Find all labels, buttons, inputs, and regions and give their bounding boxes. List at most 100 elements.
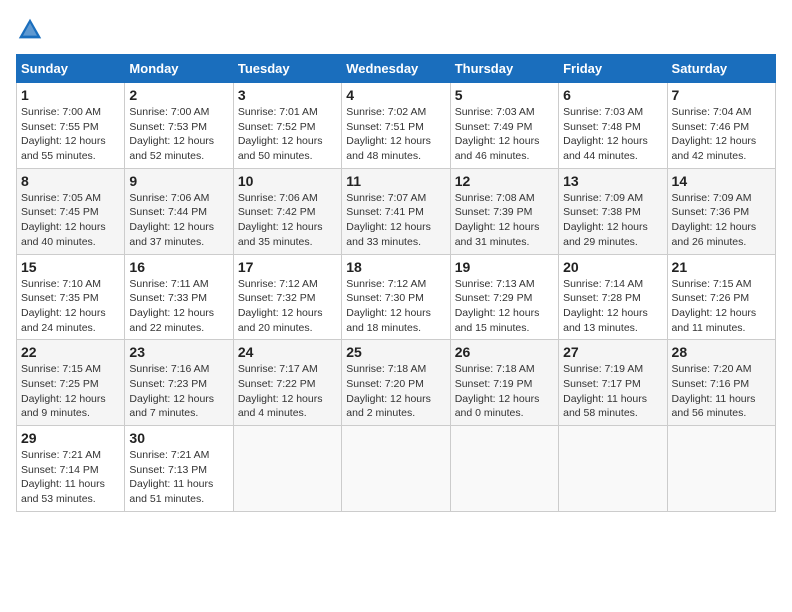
day-number: 30 <box>129 430 228 446</box>
calendar-week-row: 29 Sunrise: 7:21 AM Sunset: 7:14 PM Dayli… <box>17 426 776 512</box>
day-detail: Sunrise: 7:18 AM Sunset: 7:19 PM Dayligh… <box>455 362 554 421</box>
day-detail: Sunrise: 7:00 AM Sunset: 7:53 PM Dayligh… <box>129 105 228 164</box>
calendar-day-cell: 1 Sunrise: 7:00 AM Sunset: 7:55 PM Daylig… <box>17 83 125 169</box>
day-number: 8 <box>21 173 120 189</box>
calendar-day-cell: 6 Sunrise: 7:03 AM Sunset: 7:48 PM Daylig… <box>559 83 667 169</box>
day-detail: Sunrise: 7:15 AM Sunset: 7:26 PM Dayligh… <box>672 277 771 336</box>
day-detail: Sunrise: 7:10 AM Sunset: 7:35 PM Dayligh… <box>21 277 120 336</box>
day-detail: Sunrise: 7:21 AM Sunset: 7:14 PM Dayligh… <box>21 448 120 507</box>
day-number: 22 <box>21 344 120 360</box>
calendar-day-cell: 15 Sunrise: 7:10 AM Sunset: 7:35 PM Dayli… <box>17 254 125 340</box>
day-number: 24 <box>238 344 337 360</box>
day-number: 10 <box>238 173 337 189</box>
calendar-day-cell: 21Sunrise: 7:15 AM Sunset: 7:26 PM Dayli… <box>667 254 775 340</box>
calendar-day-cell: 24 Sunrise: 7:17 AM Sunset: 7:22 PM Dayli… <box>233 340 341 426</box>
day-number: 15 <box>21 259 120 275</box>
calendar-day-cell: 10 Sunrise: 7:06 AM Sunset: 7:42 PM Dayli… <box>233 168 341 254</box>
day-detail: Sunrise: 7:00 AM Sunset: 7:55 PM Dayligh… <box>21 105 120 164</box>
weekday-header-sunday: Sunday <box>17 55 125 83</box>
calendar-table: SundayMondayTuesdayWednesdayThursdayFrid… <box>16 54 776 512</box>
day-number: 1 <box>21 87 120 103</box>
day-detail: Sunrise: 7:17 AM Sunset: 7:22 PM Dayligh… <box>238 362 337 421</box>
day-number: 12 <box>455 173 554 189</box>
calendar-day-cell: 14Sunrise: 7:09 AM Sunset: 7:36 PM Dayli… <box>667 168 775 254</box>
calendar-day-cell: 29 Sunrise: 7:21 AM Sunset: 7:14 PM Dayli… <box>17 426 125 512</box>
calendar-week-row: 22 Sunrise: 7:15 AM Sunset: 7:25 PM Dayli… <box>17 340 776 426</box>
weekday-header-row: SundayMondayTuesdayWednesdayThursdayFrid… <box>17 55 776 83</box>
day-detail: Sunrise: 7:15 AM Sunset: 7:25 PM Dayligh… <box>21 362 120 421</box>
day-detail: Sunrise: 7:06 AM Sunset: 7:42 PM Dayligh… <box>238 191 337 250</box>
day-detail: Sunrise: 7:20 AM Sunset: 7:16 PM Dayligh… <box>672 362 771 421</box>
day-detail: Sunrise: 7:02 AM Sunset: 7:51 PM Dayligh… <box>346 105 445 164</box>
day-number: 16 <box>129 259 228 275</box>
day-number: 25 <box>346 344 445 360</box>
weekday-header-friday: Friday <box>559 55 667 83</box>
logo-icon <box>16 16 44 44</box>
calendar-week-row: 15 Sunrise: 7:10 AM Sunset: 7:35 PM Dayli… <box>17 254 776 340</box>
calendar-day-cell: 11 Sunrise: 7:07 AM Sunset: 7:41 PM Dayli… <box>342 168 450 254</box>
calendar-day-cell <box>559 426 667 512</box>
day-number: 23 <box>129 344 228 360</box>
calendar-day-cell: 20Sunrise: 7:14 AM Sunset: 7:28 PM Dayli… <box>559 254 667 340</box>
day-detail: Sunrise: 7:14 AM Sunset: 7:28 PM Dayligh… <box>563 277 662 336</box>
day-number: 7 <box>672 87 771 103</box>
day-number: 18 <box>346 259 445 275</box>
day-detail: Sunrise: 7:12 AM Sunset: 7:32 PM Dayligh… <box>238 277 337 336</box>
calendar-day-cell: 19 Sunrise: 7:13 AM Sunset: 7:29 PM Dayli… <box>450 254 558 340</box>
weekday-header-thursday: Thursday <box>450 55 558 83</box>
day-number: 5 <box>455 87 554 103</box>
calendar-day-cell: 12 Sunrise: 7:08 AM Sunset: 7:39 PM Dayli… <box>450 168 558 254</box>
day-number: 14 <box>672 173 771 189</box>
calendar-day-cell: 3 Sunrise: 7:01 AM Sunset: 7:52 PM Daylig… <box>233 83 341 169</box>
day-detail: Sunrise: 7:03 AM Sunset: 7:49 PM Dayligh… <box>455 105 554 164</box>
calendar-day-cell: 2 Sunrise: 7:00 AM Sunset: 7:53 PM Daylig… <box>125 83 233 169</box>
calendar-day-cell: 25 Sunrise: 7:18 AM Sunset: 7:20 PM Dayli… <box>342 340 450 426</box>
calendar-week-row: 8 Sunrise: 7:05 AM Sunset: 7:45 PM Daylig… <box>17 168 776 254</box>
calendar-day-cell: 27Sunrise: 7:19 AM Sunset: 7:17 PM Dayli… <box>559 340 667 426</box>
calendar-day-cell: 22 Sunrise: 7:15 AM Sunset: 7:25 PM Dayli… <box>17 340 125 426</box>
day-number: 9 <box>129 173 228 189</box>
day-detail: Sunrise: 7:18 AM Sunset: 7:20 PM Dayligh… <box>346 362 445 421</box>
page-header <box>16 16 776 44</box>
day-detail: Sunrise: 7:05 AM Sunset: 7:45 PM Dayligh… <box>21 191 120 250</box>
calendar-day-cell <box>342 426 450 512</box>
calendar-day-cell: 5 Sunrise: 7:03 AM Sunset: 7:49 PM Daylig… <box>450 83 558 169</box>
day-detail: Sunrise: 7:08 AM Sunset: 7:39 PM Dayligh… <box>455 191 554 250</box>
day-number: 28 <box>672 344 771 360</box>
day-number: 11 <box>346 173 445 189</box>
day-detail: Sunrise: 7:16 AM Sunset: 7:23 PM Dayligh… <box>129 362 228 421</box>
day-detail: Sunrise: 7:01 AM Sunset: 7:52 PM Dayligh… <box>238 105 337 164</box>
calendar-day-cell: 28 Sunrise: 7:20 AM Sunset: 7:16 PM Dayli… <box>667 340 775 426</box>
calendar-day-cell: 4 Sunrise: 7:02 AM Sunset: 7:51 PM Daylig… <box>342 83 450 169</box>
day-number: 19 <box>455 259 554 275</box>
weekday-header-wednesday: Wednesday <box>342 55 450 83</box>
weekday-header-monday: Monday <box>125 55 233 83</box>
calendar-week-row: 1 Sunrise: 7:00 AM Sunset: 7:55 PM Daylig… <box>17 83 776 169</box>
weekday-header-saturday: Saturday <box>667 55 775 83</box>
day-number: 3 <box>238 87 337 103</box>
day-detail: Sunrise: 7:04 AM Sunset: 7:46 PM Dayligh… <box>672 105 771 164</box>
calendar-day-cell: 9Sunrise: 7:06 AM Sunset: 7:44 PM Daylig… <box>125 168 233 254</box>
day-number: 29 <box>21 430 120 446</box>
day-number: 17 <box>238 259 337 275</box>
calendar-day-cell: 7 Sunrise: 7:04 AM Sunset: 7:46 PM Daylig… <box>667 83 775 169</box>
day-detail: Sunrise: 7:09 AM Sunset: 7:38 PM Dayligh… <box>563 191 662 250</box>
day-number: 2 <box>129 87 228 103</box>
weekday-header-tuesday: Tuesday <box>233 55 341 83</box>
day-detail: Sunrise: 7:12 AM Sunset: 7:30 PM Dayligh… <box>346 277 445 336</box>
day-detail: Sunrise: 7:07 AM Sunset: 7:41 PM Dayligh… <box>346 191 445 250</box>
calendar-day-cell <box>450 426 558 512</box>
calendar-day-cell <box>667 426 775 512</box>
calendar-day-cell: 8 Sunrise: 7:05 AM Sunset: 7:45 PM Daylig… <box>17 168 125 254</box>
day-detail: Sunrise: 7:13 AM Sunset: 7:29 PM Dayligh… <box>455 277 554 336</box>
day-number: 27 <box>563 344 662 360</box>
calendar-day-cell: 18 Sunrise: 7:12 AM Sunset: 7:30 PM Dayli… <box>342 254 450 340</box>
calendar-day-cell: 26Sunrise: 7:18 AM Sunset: 7:19 PM Dayli… <box>450 340 558 426</box>
calendar-day-cell: 30Sunrise: 7:21 AM Sunset: 7:13 PM Dayli… <box>125 426 233 512</box>
day-number: 4 <box>346 87 445 103</box>
day-detail: Sunrise: 7:03 AM Sunset: 7:48 PM Dayligh… <box>563 105 662 164</box>
calendar-day-cell: 13Sunrise: 7:09 AM Sunset: 7:38 PM Dayli… <box>559 168 667 254</box>
logo <box>16 16 46 44</box>
calendar-day-cell: 16Sunrise: 7:11 AM Sunset: 7:33 PM Dayli… <box>125 254 233 340</box>
day-number: 6 <box>563 87 662 103</box>
